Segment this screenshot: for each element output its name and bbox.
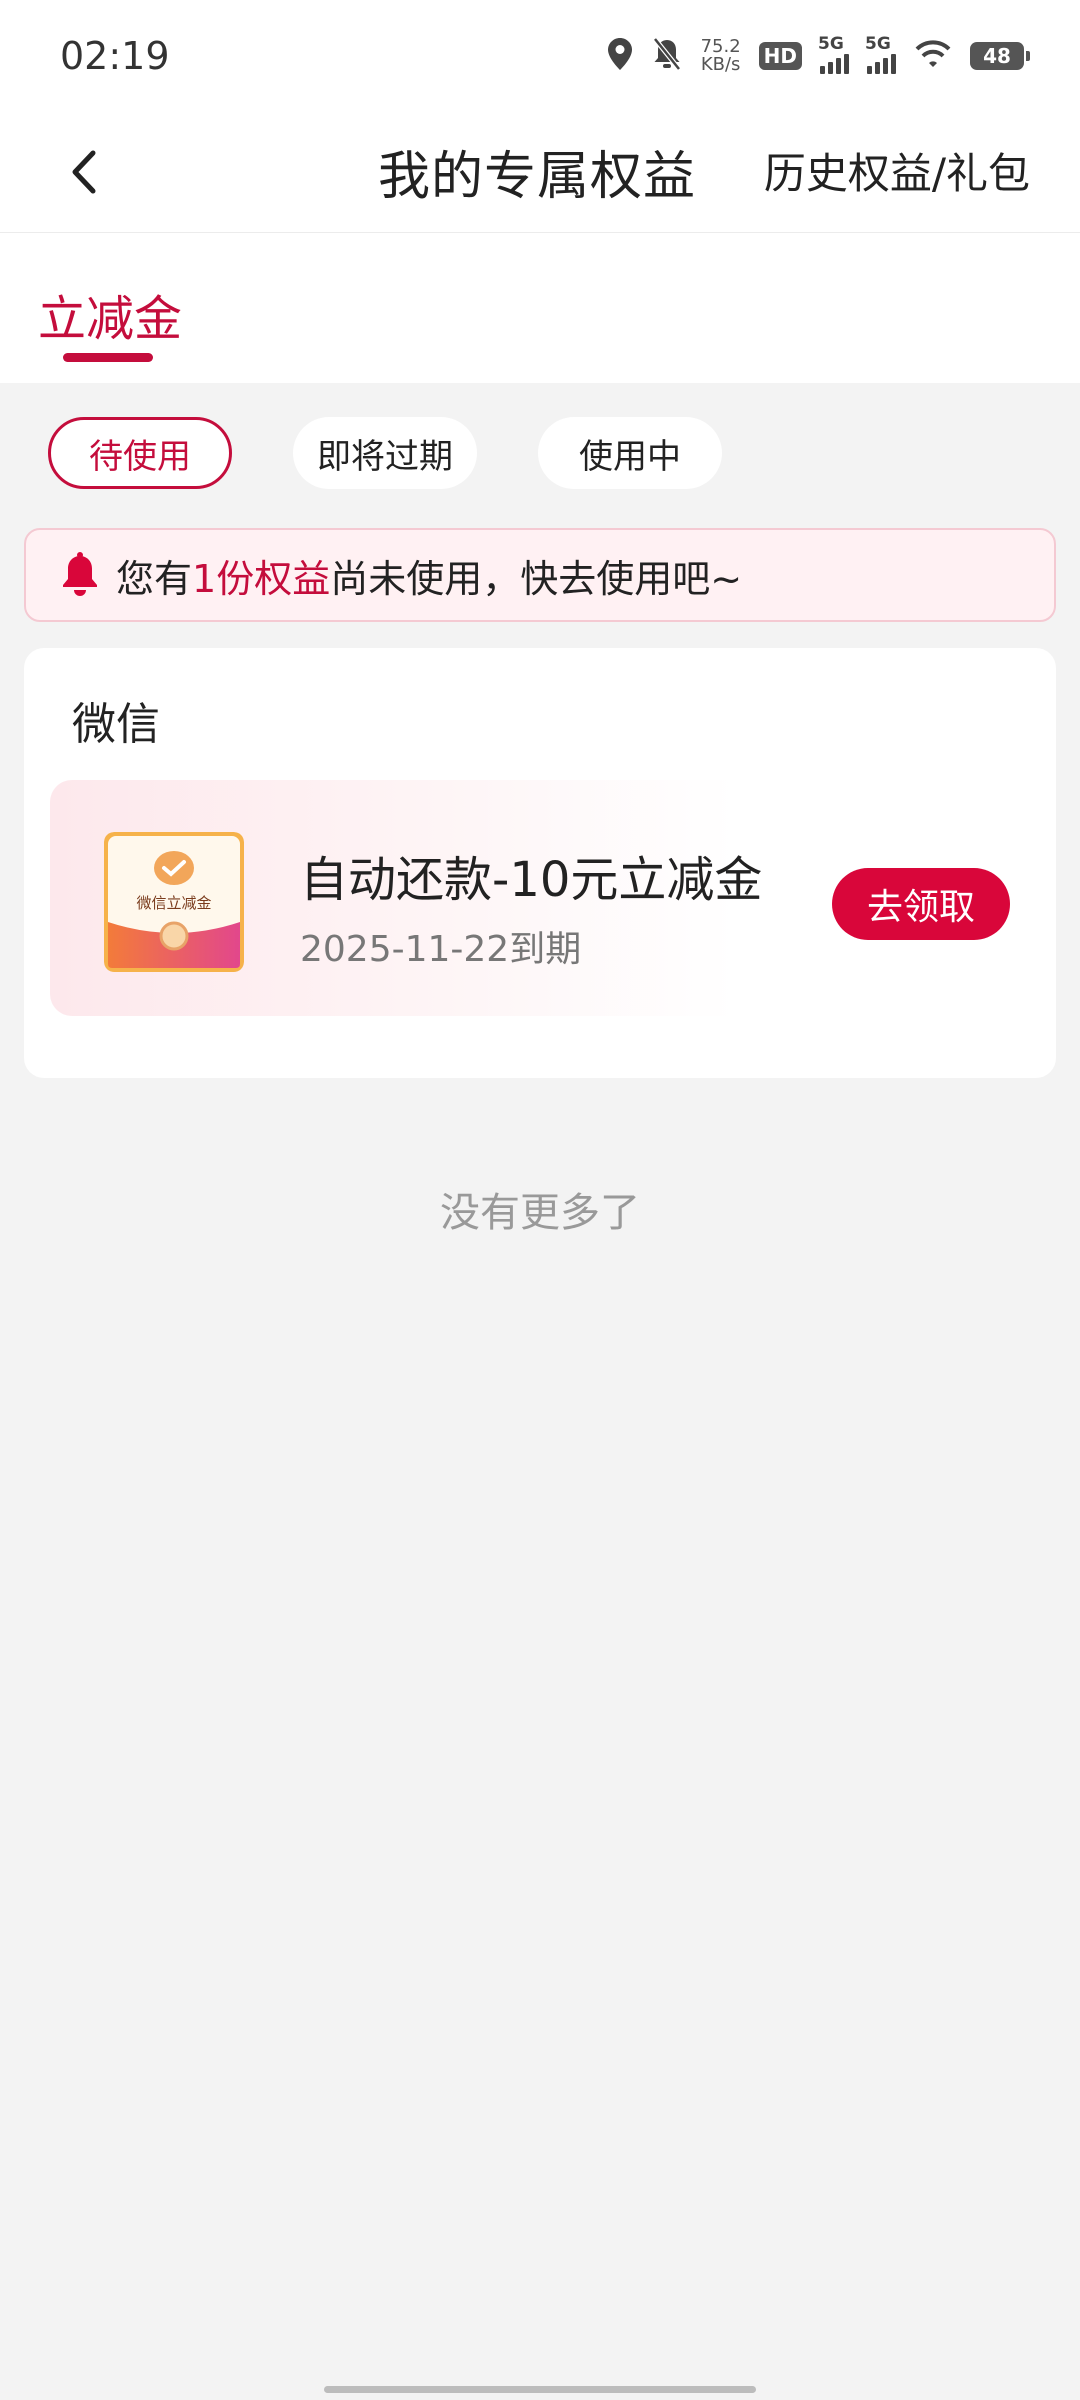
sim2-label: 5G [865,34,891,54]
tab-instant-discount[interactable]: 立减金 [38,279,182,349]
filter-in-use[interactable]: 使用中 [538,417,722,489]
sim1-label: 5G [818,34,844,54]
back-button[interactable] [44,132,124,212]
benefit-name: 自动还款-10元立减金 [300,852,763,908]
status-time: 02:19 [60,34,170,78]
battery-icon: 48 [970,42,1030,70]
history-benefits-link[interactable]: 历史权益/礼包 [764,140,1030,201]
claim-button[interactable]: 去领取 [832,868,1010,940]
location-icon [607,37,633,75]
bell-icon [58,552,102,598]
page-title: 我的专属权益 [378,147,697,207]
chevron-left-icon [72,150,96,194]
wifi-icon [914,39,952,73]
status-icons: 75.2 KB/s HD 5G 5G 48 [607,34,1030,78]
benefit-item[interactable]: 微信立减金 自动还款-10元立减金 2025-11-22到期 去领取 [50,780,1030,1016]
notice-suffix: 尚未使用，快去使用吧~ [330,556,743,601]
notice-prefix: 您有 [116,556,193,601]
benefit-expiry: 2025-11-22到期 [300,929,582,970]
notice-highlight: 1份权益 [192,556,331,601]
no-more-text: 没有更多了 [440,1190,640,1236]
signal-sim1-icon: 5G [818,34,849,74]
network-speed: 75.2 KB/s [701,38,741,74]
home-indicator[interactable] [324,2386,756,2393]
tab-active-indicator [63,353,153,362]
navigation-bar: 我的专属权益 历史权益/礼包 [0,110,1080,233]
filter-expiring-soon[interactable]: 即将过期 [293,417,477,489]
wechat-discount-icon: 微信立减金 [104,832,244,972]
signal-sim2-icon: 5G [865,34,896,74]
status-bar: 02:19 75.2 KB/s HD 5G 5G 48 [0,0,1080,110]
wechat-benefit-card: 微信 微信立减金 自动还款-10元立减金 2025-11-22到期 去领取 [24,648,1056,1078]
hd-badge: HD [758,42,802,70]
category-tabs: 立减金 [0,233,1080,383]
wechat-discount-icon-text: 微信立减金 [136,894,211,912]
card-title: 微信 [72,699,160,750]
mute-bell-icon [651,37,683,75]
filter-to-use[interactable]: 待使用 [48,417,232,489]
unused-benefit-notice: 您有 1份权益 尚未使用，快去使用吧~ [24,528,1056,622]
network-speed-unit: KB/s [700,54,741,75]
